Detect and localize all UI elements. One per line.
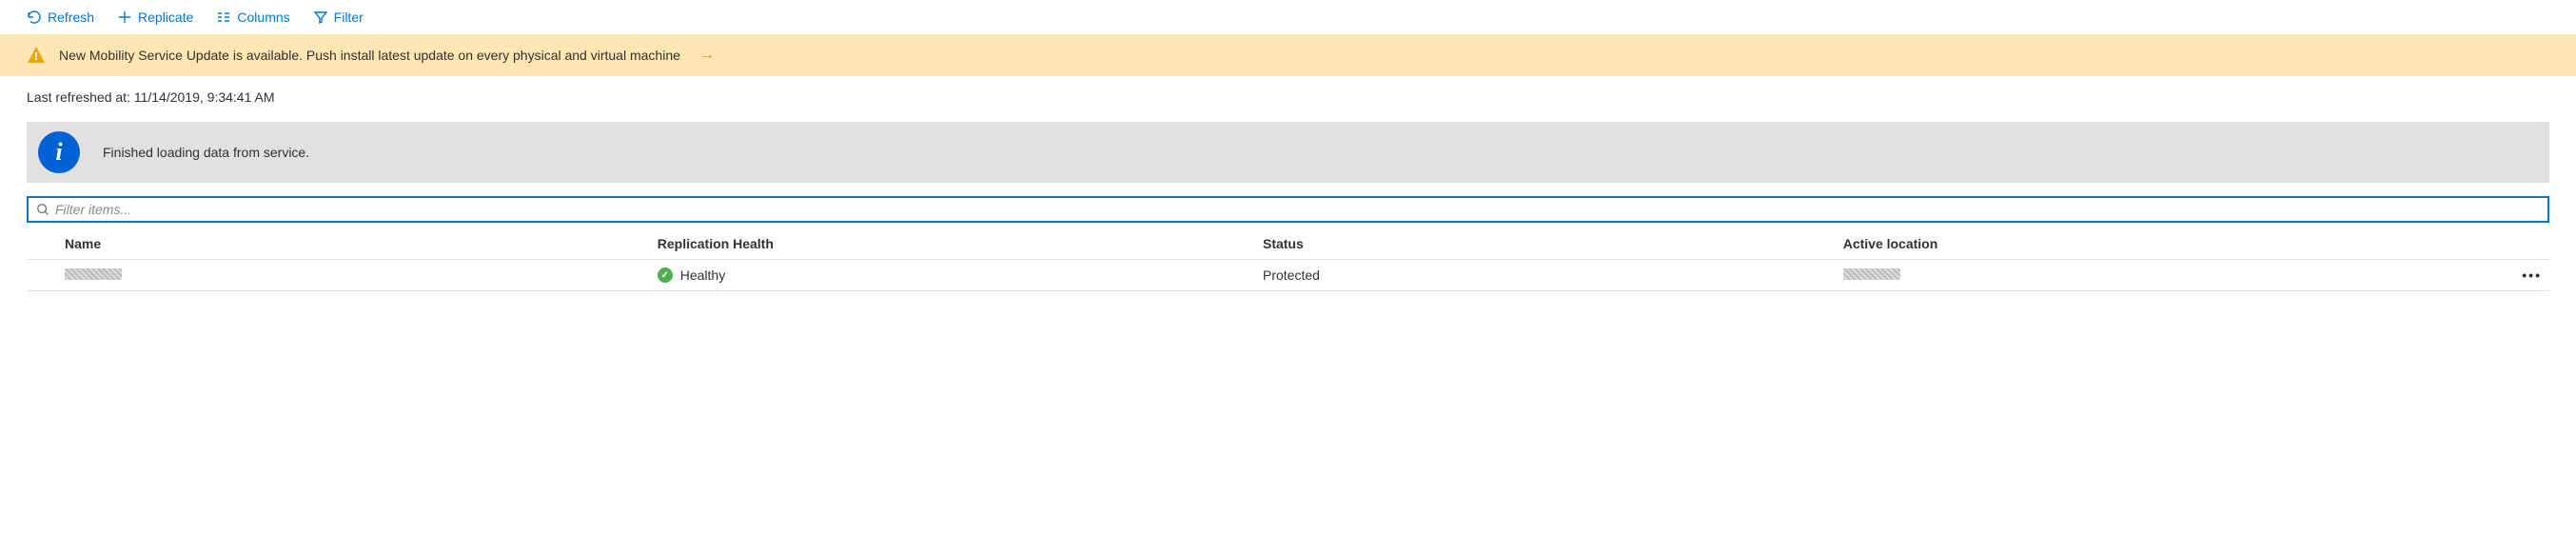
header-name[interactable]: Name [27,236,658,251]
refresh-prefix: Last refreshed at: [27,89,134,105]
cell-name [27,267,658,283]
table-header: Name Replication Health Status Active lo… [27,228,2549,260]
columns-icon [216,10,231,25]
header-location[interactable]: Active location [1843,236,2511,251]
info-icon: i [38,131,80,173]
warning-icon [27,46,46,65]
columns-button[interactable]: Columns [216,10,289,25]
header-health[interactable]: Replication Health [658,236,1263,251]
filter-icon [313,10,328,25]
header-status[interactable]: Status [1263,236,1843,251]
alert-bar[interactable]: New Mobility Service Update is available… [0,34,2576,76]
arrow-right-icon: → [699,47,715,64]
toolbar: Refresh Replicate Columns Filter [0,0,2576,34]
health-label: Healthy [680,267,725,283]
refresh-icon [27,10,42,25]
refresh-button[interactable]: Refresh [27,10,94,25]
last-refreshed: Last refreshed at: 11/14/2019, 9:34:41 A… [0,76,2576,114]
columns-label: Columns [237,10,289,25]
plus-icon [117,10,132,25]
redacted-location [1843,268,1900,280]
replicate-button[interactable]: Replicate [117,10,193,25]
replicate-label: Replicate [138,10,193,25]
filter-button[interactable]: Filter [313,10,364,25]
info-message: Finished loading data from service. [103,145,309,160]
search-box[interactable] [27,196,2549,223]
search-input[interactable] [55,202,2540,217]
search-icon [36,203,49,216]
alert-message: New Mobility Service Update is available… [59,48,680,63]
cell-health: Healthy [658,267,1263,283]
health-ok-icon [658,267,673,283]
cell-status: Protected [1263,267,1843,283]
filter-label: Filter [334,10,364,25]
redacted-name [65,268,122,280]
refresh-label: Refresh [48,10,94,25]
items-table: Name Replication Health Status Active lo… [27,228,2549,291]
info-bar: i Finished loading data from service. [27,122,2549,183]
table-row[interactable]: Healthy Protected ••• [27,260,2549,291]
refresh-value: 11/14/2019, 9:34:41 AM [134,89,275,105]
row-actions-button[interactable]: ••• [2511,267,2549,283]
cell-location [1843,267,2511,283]
